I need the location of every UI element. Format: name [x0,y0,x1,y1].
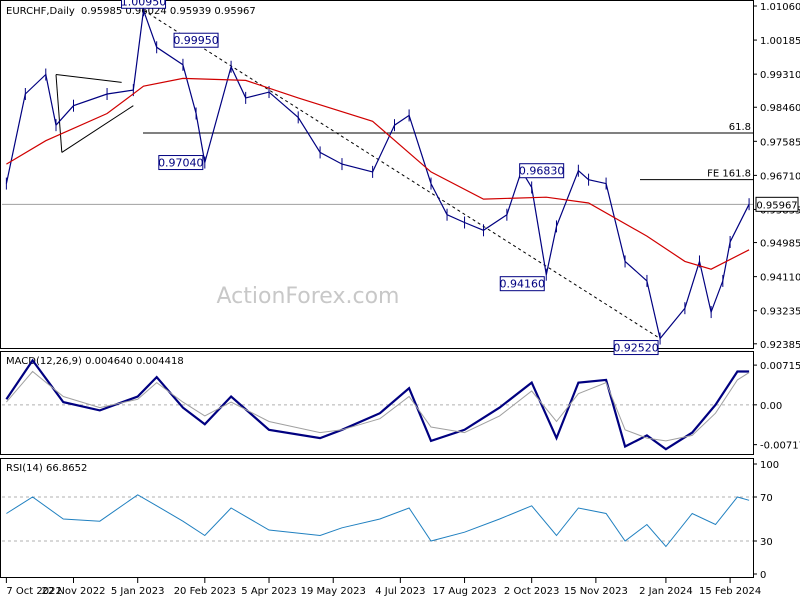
price-y-tick-label: 0.94985 [760,239,800,250]
macd-line [5,358,750,451]
x-tick-label: 5 Jan 2023 [111,586,165,597]
price-annotation: 0.97040 [158,155,204,171]
price-y-tick-label: 1.01060 [760,2,800,13]
price-annotation: 0.94160 [500,276,546,292]
annotation-label: 0.92520 [613,342,659,355]
rsi-y-tick-label: 0 [760,570,766,581]
macd-y-tick-label: 0.007159 [760,361,800,372]
x-tick-label: 2 Jan 2024 [639,586,693,597]
price-y-tick-label: 1.00185 [760,36,800,47]
rsi-panel-title: RSI(14) 66.8652 [6,463,87,474]
eurchf-chart: ActionForex.com EURCHF,Daily 0.95985 0.96… [0,0,800,597]
price-annotation: 0.99950 [173,32,219,48]
current-price-tag: 0.95967 [755,196,799,212]
price-y-tick-label: 0.97585 [760,137,800,148]
x-tick-label: 2 Oct 2023 [504,586,559,597]
rsi-line [6,494,750,548]
annotation-label: 0.96830 [519,165,565,178]
x-tick-label: 17 Aug 2023 [433,586,497,597]
wedge-top-line [55,74,122,83]
current-price-label: 0.95967 [756,200,797,211]
price-annotation: 1.00950 [121,0,167,9]
x-tick-label: 15 Nov 2023 [564,586,628,597]
rsi-y-tick-label: 70 [760,493,773,504]
macd-plot [2,358,753,451]
price-y-tick-label: 0.98460 [760,103,800,114]
x-tick-label: 22 Nov 2022 [41,586,105,597]
moving-average-line [6,77,750,270]
x-tick-label: 20 Feb 2023 [174,586,236,597]
rsi-plot [2,494,753,548]
rsi-y-tick-label: 100 [760,460,779,471]
price-ohlc: 0.95985 0.96024 0.95939 0.95967 [81,6,256,17]
macd-y-tick-label: -0.007173 [760,441,800,452]
price-y-tick-label: 0.96710 [760,171,800,182]
price-y-tick-label: 0.99310 [760,70,800,81]
x-tick-label: 4 Jul 2023 [375,586,425,597]
rsi-y-tick-label: 30 [760,537,773,548]
watermark: ActionForex.com [217,284,400,309]
price-y-tick-label: 0.92385 [760,340,800,351]
annotation-label: 1.00950 [121,0,167,8]
x-tick-label: 15 Feb 2024 [699,586,761,597]
macd-y-tick-label: 0.00 [760,401,782,412]
price-annotation: 0.96830 [519,163,565,179]
level-label: 61.8 [729,122,751,133]
price-symbol: EURCHF,Daily [6,6,75,17]
x-tick-label: 5 Apr 2023 [241,586,296,597]
annotation-label: 0.94160 [500,278,546,291]
price-y-tick-label: 0.93235 [760,307,800,318]
rsi-panel-frame [0,458,754,578]
signal-line [6,370,750,442]
price-y-tick-label: 0.94110 [760,273,800,284]
level-label: FE 161.8 [707,169,751,180]
x-tick-label: 19 May 2023 [301,586,366,597]
annotation-label: 0.97040 [158,157,204,170]
price-annotation: 0.92520 [613,340,659,356]
annotation-label: 0.99950 [173,34,219,47]
wedge-left-line [55,74,63,153]
